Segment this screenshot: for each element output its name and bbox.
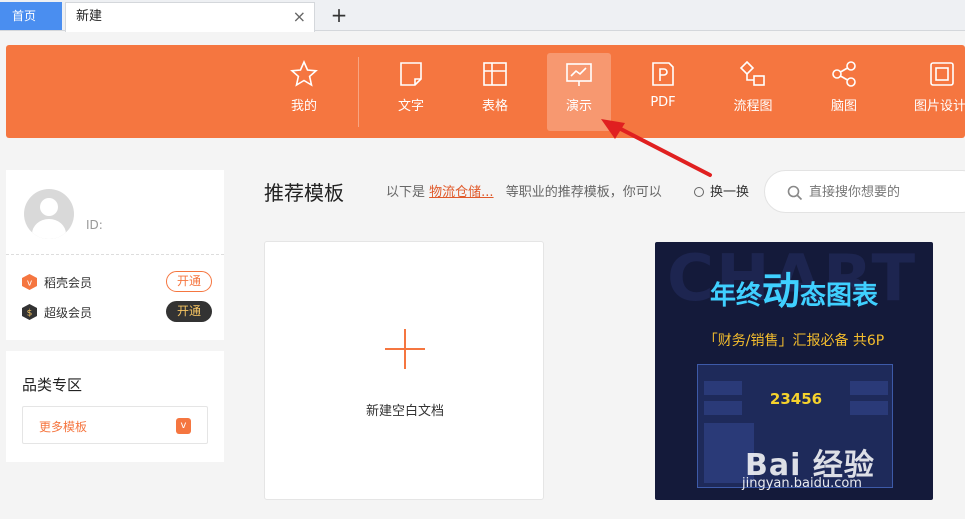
page-title: 推荐模板 (264, 181, 344, 205)
template-number: 23456 (769, 390, 823, 408)
toolbar-item-image-design[interactable]: 图片设计 (905, 53, 965, 131)
user-id: ID: (86, 218, 103, 232)
divider (6, 254, 224, 255)
image-design-icon (930, 62, 954, 86)
sub-prefix: 以下是 (386, 185, 426, 200)
svg-text:v: v (27, 279, 33, 289)
swap-label: 换一换 (710, 185, 750, 200)
docer-icon: v (176, 418, 191, 434)
template-subtitle: 「财务/销售」汇报必备 共6P (703, 333, 885, 349)
mindmap-icon (832, 61, 856, 87)
docer-member-icon: v (22, 274, 37, 290)
more-templates-label: 更多模板 (39, 420, 88, 434)
category-title: 品类专区 (22, 376, 83, 394)
toolbar-item-label: 脑图 (830, 99, 857, 114)
star-icon (290, 60, 318, 87)
refresh-icon (694, 187, 704, 197)
search-box[interactable] (764, 170, 965, 213)
svg-text:$: $ (27, 309, 33, 319)
template-title: 年终动态图表 (655, 260, 933, 315)
member-row-super: $ 超级会员 开通 (22, 301, 212, 323)
toolbar-item-label: 流程图 (733, 99, 773, 114)
pdf-icon (652, 62, 674, 86)
search-icon (787, 185, 803, 201)
tab-bar: 首页 新建 × + (0, 0, 965, 32)
toolbar-item-writer[interactable]: 文字 (379, 53, 443, 131)
toolbar-divider (358, 57, 359, 127)
sub-suffix: 等职业的推荐模板，你可以 (505, 185, 662, 200)
table-icon (483, 62, 507, 86)
tab-new-label: 新建 (76, 9, 103, 24)
toolbar-item-label: 表格 (481, 99, 508, 114)
tab-home[interactable]: 首页 (0, 2, 62, 30)
search-input[interactable] (809, 182, 959, 202)
toolbar-item-label: 我的 (290, 99, 317, 114)
category-toolbar: 我的 文字 表格 演示 PDF 流程图 脑图 图片设计 (6, 45, 965, 138)
toolbar-item-spreadsheet[interactable]: 表格 (463, 53, 527, 131)
tab-new[interactable]: 新建 × (65, 2, 315, 32)
toolbar-item-label: 文字 (397, 99, 424, 114)
document-icon (400, 62, 422, 86)
add-tab-icon[interactable]: + (328, 2, 350, 28)
new-blank-document-card[interactable]: 新建空白文档 (264, 241, 544, 500)
template-title-post: 态图表 (800, 281, 879, 311)
close-icon[interactable]: × (293, 3, 306, 31)
swap-button[interactable]: 换一换 (694, 181, 749, 200)
toolbar-item-flowchart[interactable]: 流程图 (721, 53, 785, 131)
member-row-docer: v 稻壳会员 开通 (22, 271, 212, 293)
super-member-icon: $ (22, 304, 37, 320)
user-card: ID: v 稻壳会员 开通 $ 超级会员 开通 (6, 170, 224, 340)
new-blank-document-label: 新建空白文档 (365, 404, 444, 419)
avatar[interactable] (24, 189, 74, 239)
toolbar-item-label: PDF (650, 95, 676, 110)
template-title-pre: 年终 (709, 281, 762, 311)
toolbar-item-label: 演示 (565, 99, 592, 114)
red-arrow-annotation (601, 119, 712, 177)
activate-super-button[interactable]: 开通 (166, 301, 212, 322)
toolbar-item-mine[interactable]: 我的 (272, 53, 336, 131)
more-templates-button[interactable]: 更多模板 v (22, 406, 208, 444)
job-link[interactable]: 物流仓储... (429, 185, 493, 200)
recommend-description: 以下是 物流仓储... 等职业的推荐模板，你可以 (386, 181, 662, 200)
category-card: 品类专区 更多模板 v (6, 351, 224, 462)
toolbar-item-mindmap[interactable]: 脑图 (812, 53, 876, 131)
plus-icon-vertical (404, 329, 406, 369)
presentation-icon (566, 63, 592, 86)
flowchart-icon (739, 60, 765, 86)
activate-docer-button[interactable]: 开通 (166, 271, 212, 292)
toolbar-item-label: 图片设计 (914, 99, 965, 114)
template-title-big: 动 (761, 269, 800, 313)
member-name: 超级会员 (44, 306, 93, 320)
baidu-watermark-url: jingyan.baidu.com (742, 476, 862, 491)
member-name: 稻壳会员 (44, 276, 93, 290)
